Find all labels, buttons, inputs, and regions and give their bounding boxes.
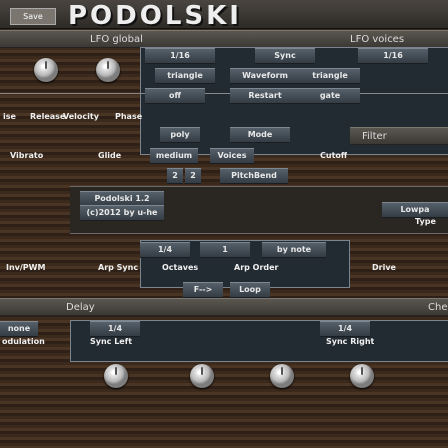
envelope-label-3: Phase — [115, 112, 143, 121]
save-button[interactable]: Save — [10, 8, 56, 25]
lfo-global-header: LFO global — [0, 30, 224, 48]
lfo-knob-2[interactable] — [96, 58, 120, 82]
delay-knob-2[interactable] — [190, 364, 214, 388]
lfo-sync-label: Sync — [255, 48, 315, 64]
inv-pwm-label: Inv/PWM — [6, 263, 46, 272]
arp-label-row: Inv/PWM Arp Sync Octaves Arp Order Drive — [0, 262, 448, 276]
arp-order-label: Arp Order — [234, 263, 279, 272]
separator-1 — [0, 93, 448, 94]
drive-label: Drive — [372, 263, 396, 272]
arp-sync-label: Arp Sync — [98, 263, 139, 272]
lfo-voices-header: LFO voices — [224, 30, 448, 48]
filter-type-label: Type — [415, 217, 436, 226]
delay-left-value[interactable]: none — [0, 321, 38, 337]
lfo-global-sync-value[interactable]: 1/16 — [145, 48, 215, 64]
arp-order-value[interactable]: by note — [262, 242, 326, 258]
octaves-label: Octaves — [162, 263, 199, 272]
podolski-logo: PODOLSKI — [68, 1, 242, 31]
voices-label: Voices — [210, 148, 254, 164]
che-header: Che — [348, 298, 448, 316]
sync-left-label: Sync Left — [90, 337, 133, 346]
lfo-knob-1[interactable] — [34, 58, 58, 82]
mode-label: Mode — [230, 127, 290, 143]
restart-value[interactable]: gate — [300, 88, 360, 104]
restart-label: Restart — [230, 88, 300, 104]
delay-sync-right-value[interactable]: 1/4 — [320, 321, 370, 337]
info-line-2: (c)2012 by u-he — [80, 205, 164, 221]
glide-label: Glide — [98, 151, 122, 160]
lfo-global-waveform-value[interactable]: triangle — [155, 68, 215, 84]
envelope-label-2: Velocity — [63, 112, 99, 121]
vibrato-label: Vibrato — [10, 151, 44, 160]
delay-knob-4[interactable] — [350, 364, 374, 388]
envelope-label-row: ise Release Velocity Phase — [0, 111, 143, 123]
mode-value[interactable]: poly — [160, 127, 200, 143]
delay-header: Delay — [0, 298, 348, 316]
pitchbend-value-1[interactable]: 2 — [167, 168, 183, 184]
lfo-voices-waveform-value[interactable]: triangle — [300, 68, 360, 84]
filter-header: Filter — [350, 127, 448, 145]
delay-knob-1[interactable] — [104, 364, 128, 388]
envelope-label-0: ise — [3, 112, 16, 121]
phase-value[interactable]: off — [145, 88, 205, 104]
pitchbend-value-2[interactable]: 2 — [185, 168, 201, 184]
modulation-label: odulation — [2, 337, 45, 346]
voices-row: Vibrato Glide medium Voices Cutoff — [0, 148, 448, 166]
arp-sync-value[interactable]: 1/4 — [140, 242, 190, 258]
sync-right-label: Sync Right — [326, 337, 375, 346]
waveform-label: Waveform — [230, 68, 300, 84]
envelope-label-1: Release — [30, 112, 66, 121]
voices-value[interactable]: medium — [150, 148, 198, 164]
lfo-voices-sync-value[interactable]: 1/16 — [358, 48, 428, 64]
arp-octaves-value[interactable]: 1 — [200, 242, 250, 258]
delay-sync-left-value[interactable]: 1/4 — [90, 321, 140, 337]
loop-value[interactable]: F--> — [183, 282, 223, 298]
loop-label: Loop — [230, 282, 270, 298]
delay-label-row: odulation Sync Left Sync Right — [0, 336, 448, 350]
pitchbend-label: PitchBend — [220, 168, 288, 184]
delay-knob-3[interactable] — [270, 364, 294, 388]
cutoff-label: Cutoff — [320, 151, 348, 160]
